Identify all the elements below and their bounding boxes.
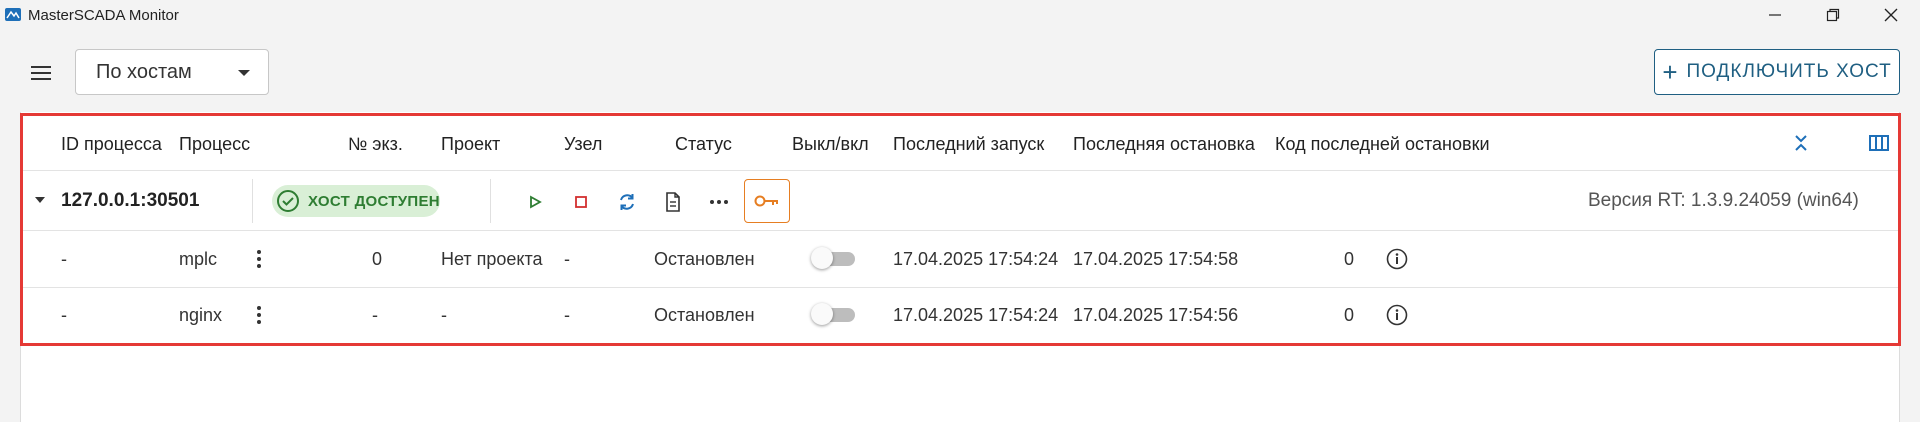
info-icon xyxy=(1386,248,1408,270)
host-status-text: ХОСТ ДОСТУПЕН xyxy=(308,192,440,210)
play-icon xyxy=(530,195,542,209)
start-button[interactable] xyxy=(522,189,548,215)
cell-instance: 0 xyxy=(372,249,383,269)
expand-host-button[interactable] xyxy=(27,187,53,213)
minimize-button[interactable] xyxy=(1746,0,1804,30)
columns-icon xyxy=(1869,135,1889,151)
table-row[interactable]: - mplc 0 Нет проекта - Остановлен 17.04.… xyxy=(20,231,1900,288)
title-bar: MasterSCADA Monitor xyxy=(0,0,1920,30)
col-process[interactable]: Процесс xyxy=(179,134,250,155)
col-last-start[interactable]: Последний запуск xyxy=(893,134,1044,155)
enable-toggle[interactable] xyxy=(811,303,855,325)
group-by-value: По хостам xyxy=(96,60,192,83)
toggle-knob xyxy=(811,247,833,269)
columns-button[interactable] xyxy=(1866,130,1892,156)
row-menu-button[interactable] xyxy=(246,246,272,272)
cell-status: Остановлен xyxy=(654,305,755,325)
col-node[interactable]: Узел xyxy=(564,134,602,155)
document-icon xyxy=(666,192,680,212)
more-actions-button[interactable] xyxy=(706,189,732,215)
more-horizontal-icon xyxy=(710,200,728,204)
cell-node: - xyxy=(564,249,570,269)
menu-button[interactable] xyxy=(28,60,54,86)
col-stop-code[interactable]: Код последней остановки xyxy=(1275,134,1490,155)
maximize-button[interactable] xyxy=(1804,0,1862,30)
cell-project: - xyxy=(441,305,447,325)
cell-process: mplc xyxy=(179,249,218,269)
host-row[interactable]: 127.0.0.1:30501 ХОСТ ДОСТУПЕН Версия RT:… xyxy=(20,171,1900,231)
more-vertical-icon xyxy=(257,306,261,324)
stop-icon xyxy=(575,196,587,208)
toolbar: По хостам + ПОДКЛЮЧИТЬ ХОСТ xyxy=(0,42,1920,102)
restart-icon xyxy=(620,194,634,210)
collapse-all-icon xyxy=(1795,135,1807,151)
connect-host-label: ПОДКЛЮЧИТЬ ХОСТ xyxy=(1686,61,1892,82)
col-status[interactable]: Статус xyxy=(675,134,732,155)
info-button[interactable] xyxy=(1384,246,1410,272)
col-pid[interactable]: ID процесса xyxy=(61,134,162,155)
separator xyxy=(490,179,491,223)
window-title: MasterSCADA Monitor xyxy=(28,6,179,24)
table-header: ID процесса Процесс № экз. Проект Узел С… xyxy=(20,116,1900,171)
stop-button[interactable] xyxy=(568,189,594,215)
host-address: 127.0.0.1:30501 xyxy=(61,190,200,211)
toggle-knob xyxy=(811,303,833,325)
caret-down-icon xyxy=(238,70,250,76)
cell-project: Нет проекта xyxy=(441,249,543,269)
cell-stop-code: 0 xyxy=(1344,305,1355,325)
app-icon xyxy=(5,8,21,21)
table-row[interactable]: - nginx - - - Остановлен 17.04.2025 17:5… xyxy=(20,288,1900,344)
cell-process: nginx xyxy=(179,305,223,325)
col-last-stop[interactable]: Последняя остановка xyxy=(1073,134,1255,155)
cell-last-stop: 17.04.2025 17:54:58 xyxy=(1073,249,1239,269)
more-vertical-icon xyxy=(257,250,261,268)
col-instance[interactable]: № экз. xyxy=(348,134,403,155)
collapse-all-button[interactable] xyxy=(1788,130,1814,156)
info-icon xyxy=(1386,304,1408,326)
chevron-down-icon xyxy=(35,197,45,203)
cell-last-stop: 17.04.2025 17:54:56 xyxy=(1073,305,1239,325)
close-button[interactable] xyxy=(1862,0,1920,30)
runtime-version: Версия RT: 1.3.9.24059 (win64) xyxy=(1588,190,1859,211)
hamburger-menu-icon xyxy=(31,66,51,80)
info-button[interactable] xyxy=(1384,302,1410,328)
cell-pid: - xyxy=(61,249,67,269)
log-button[interactable] xyxy=(660,189,686,215)
cell-node: - xyxy=(564,305,570,325)
close-icon xyxy=(1884,8,1898,22)
key-icon xyxy=(754,195,778,207)
cell-stop-code: 0 xyxy=(1344,249,1355,269)
cell-last-start: 17.04.2025 17:54:24 xyxy=(893,249,1059,269)
license-key-button[interactable] xyxy=(744,179,790,223)
col-project[interactable]: Проект xyxy=(441,134,500,155)
cell-status: Остановлен xyxy=(654,249,755,269)
window-controls xyxy=(1746,0,1920,30)
row-menu-button[interactable] xyxy=(246,302,272,328)
enable-toggle[interactable] xyxy=(811,247,855,269)
col-enabled[interactable]: Выкл/вкл xyxy=(792,134,869,155)
cell-instance: - xyxy=(372,305,378,325)
plus-icon: + xyxy=(1662,57,1679,87)
restore-icon xyxy=(1826,8,1840,22)
cell-pid: - xyxy=(61,305,67,325)
cell-last-start: 17.04.2025 17:54:24 xyxy=(893,305,1059,325)
group-by-select[interactable]: По хостам xyxy=(75,49,269,95)
minimize-icon xyxy=(1769,14,1781,16)
check-circle-icon xyxy=(277,190,299,212)
separator xyxy=(252,179,253,223)
connect-host-button[interactable]: + ПОДКЛЮЧИТЬ ХОСТ xyxy=(1654,49,1900,95)
host-status-badge: ХОСТ ДОСТУПЕН xyxy=(272,185,440,217)
restart-button[interactable] xyxy=(614,189,640,215)
